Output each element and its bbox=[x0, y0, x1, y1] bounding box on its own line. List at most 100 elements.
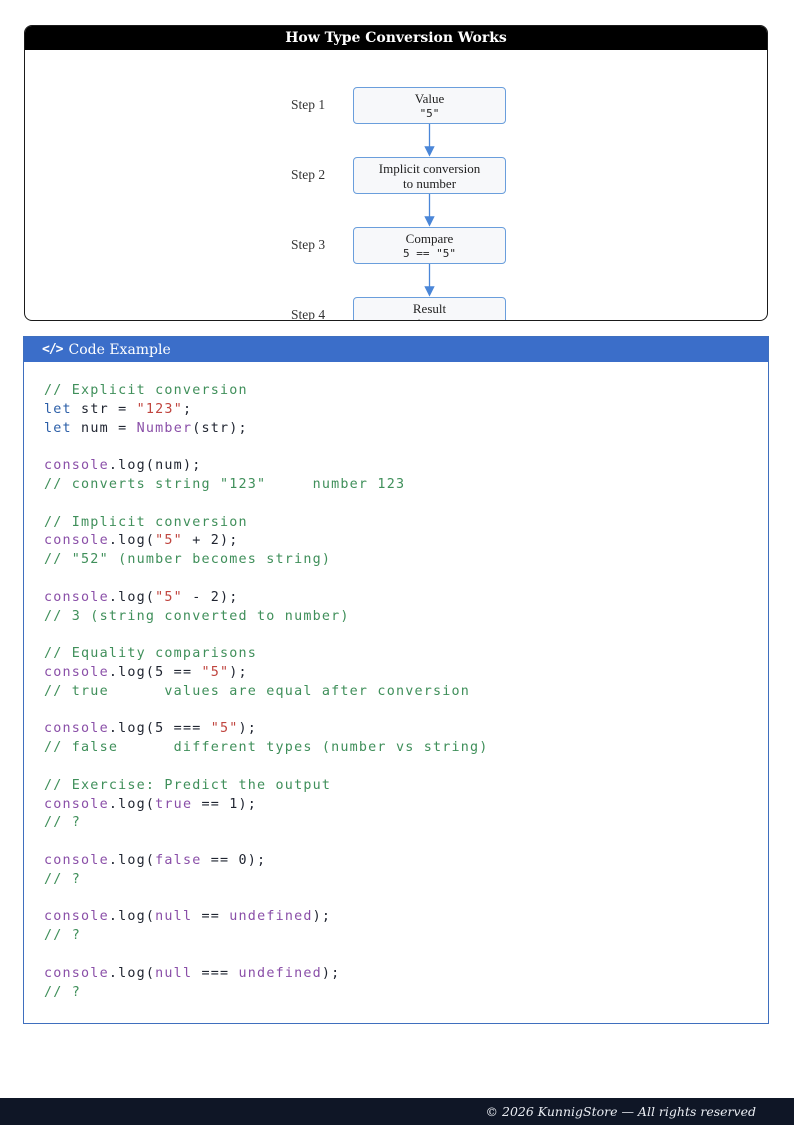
code-token: == bbox=[192, 909, 230, 925]
step-3-value: 5 == "5" bbox=[403, 246, 456, 260]
code-token: // "52" (number becomes string) bbox=[44, 552, 332, 568]
code-line: // Explicit conversion bbox=[44, 382, 758, 401]
step-3-box: Compare 5 == "5" bbox=[353, 227, 506, 264]
code-token: // Exercise: Predict the output bbox=[44, 777, 332, 793]
step-1-value: "5" bbox=[419, 106, 440, 120]
code-token: let bbox=[44, 401, 72, 417]
code-token: "5" bbox=[210, 721, 239, 737]
code-token: "5" bbox=[201, 664, 230, 680]
code-token: .log( bbox=[108, 852, 156, 868]
code-line: console.log("5" - 2); bbox=[44, 589, 758, 608]
diagram-body: Step 1 Value "5" Step 2 Implicit convers… bbox=[25, 50, 767, 320]
code-token: // 3 (string converted to number) bbox=[44, 608, 350, 624]
code-token: console bbox=[44, 909, 109, 925]
code-line: // ? bbox=[44, 927, 758, 946]
code-example-panel: </> Code Example // Explicit conversion l… bbox=[23, 336, 769, 1024]
step-2-box: Implicit conversion to number bbox=[353, 157, 506, 194]
code-token: .log( bbox=[108, 909, 156, 925]
code-token: .log( bbox=[108, 589, 156, 605]
diagram-title: How Type Conversion Works bbox=[25, 26, 767, 50]
code-line: console.log(num); bbox=[44, 457, 758, 476]
code-token: false bbox=[155, 852, 202, 868]
step-3-label: Step 3 bbox=[291, 237, 326, 252]
code-token: .log(num); bbox=[108, 458, 202, 474]
code-token: // Implicit conversion bbox=[44, 514, 248, 530]
code-token: "123" bbox=[136, 401, 183, 417]
step-4-value: true bbox=[354, 316, 505, 321]
code-token: num = bbox=[71, 420, 137, 436]
code-panel-header: </> Code Example bbox=[24, 337, 768, 362]
code-token: let bbox=[44, 420, 72, 436]
code-line: // 3 (string converted to number) bbox=[44, 608, 758, 627]
step-1-box: Value "5" bbox=[353, 87, 506, 124]
code-token: console bbox=[44, 796, 109, 812]
code-token: null bbox=[155, 965, 193, 981]
type-conversion-diagram: How Type Conversion Works Step 1 Value "… bbox=[24, 25, 768, 321]
step-2-label: Step 2 bbox=[291, 167, 326, 182]
code-token: console bbox=[44, 589, 109, 605]
code-panel-title: Code Example bbox=[68, 341, 171, 358]
code-block: // Explicit conversion let str = "123"; le… bbox=[44, 382, 758, 1002]
code-line: // ? bbox=[44, 984, 758, 1003]
code-line: // converts string "123" number 123 bbox=[44, 476, 758, 495]
code-line: console.log(false == 0); bbox=[44, 852, 758, 871]
code-token: // Explicit conversion bbox=[44, 383, 248, 398]
code-token: undefined bbox=[238, 965, 322, 981]
step-3-title: Compare bbox=[405, 230, 454, 246]
code-line: // false different types (number vs stri… bbox=[44, 739, 758, 758]
code-token: // ? bbox=[44, 815, 82, 831]
code-token: ); bbox=[312, 909, 332, 925]
code-token: == 0); bbox=[201, 852, 267, 868]
step-2-title: Implicit conversion bbox=[378, 160, 481, 176]
code-line: console.log("5" + 2); bbox=[44, 532, 758, 551]
code-token: true bbox=[155, 796, 193, 812]
code-token: console bbox=[44, 965, 109, 981]
code-line: // ? bbox=[44, 871, 758, 890]
code-line: console.log(5 === "5"); bbox=[44, 720, 758, 739]
code-token: // ? bbox=[44, 984, 82, 1000]
code-token: // false different types (number vs stri… bbox=[44, 740, 489, 756]
code-line: console.log(true == 1); bbox=[44, 796, 758, 815]
code-token: Number bbox=[136, 420, 193, 436]
code-token: console bbox=[44, 721, 109, 737]
code-line: let str = "123"; bbox=[44, 401, 758, 420]
code-token: .log(5 === bbox=[108, 721, 211, 737]
code-token: console bbox=[44, 458, 109, 474]
code-token: + 2); bbox=[182, 533, 239, 549]
code-token: // true values are equal after conversio… bbox=[44, 683, 471, 699]
code-token: === bbox=[192, 965, 239, 981]
code-line: // true values are equal after conversio… bbox=[44, 683, 758, 702]
code-token: ); bbox=[238, 721, 258, 737]
code-line: // Equality comparisons bbox=[44, 645, 758, 664]
code-token: .log( bbox=[108, 796, 156, 812]
code-token: ); bbox=[321, 965, 341, 981]
code-token: str = bbox=[71, 401, 137, 417]
code-token: console bbox=[44, 852, 109, 868]
step-1-label: Step 1 bbox=[291, 97, 326, 112]
code-token: // converts string "123" number 123 bbox=[44, 476, 406, 492]
step-2-value: to number bbox=[402, 175, 457, 191]
code-token: // Equality comparisons bbox=[44, 646, 258, 662]
code-line: console.log(5 == "5"); bbox=[44, 664, 758, 683]
code-token: console bbox=[44, 533, 109, 549]
code-line: // ? bbox=[44, 814, 758, 833]
code-line: // "52" (number becomes string) bbox=[44, 551, 758, 570]
code-token: == 1); bbox=[192, 796, 258, 812]
code-token: .log( bbox=[108, 533, 156, 549]
step-4-title: Result bbox=[412, 300, 447, 316]
code-token: null bbox=[155, 909, 193, 925]
step-4-box: Result true bbox=[353, 297, 506, 321]
code-line: let num = Number(str); bbox=[44, 420, 758, 439]
code-line: console.log(null == undefined); bbox=[44, 908, 758, 927]
code-token: // ? bbox=[44, 928, 82, 944]
code-token: "5" bbox=[155, 589, 183, 605]
code-token: // ? bbox=[44, 871, 82, 887]
